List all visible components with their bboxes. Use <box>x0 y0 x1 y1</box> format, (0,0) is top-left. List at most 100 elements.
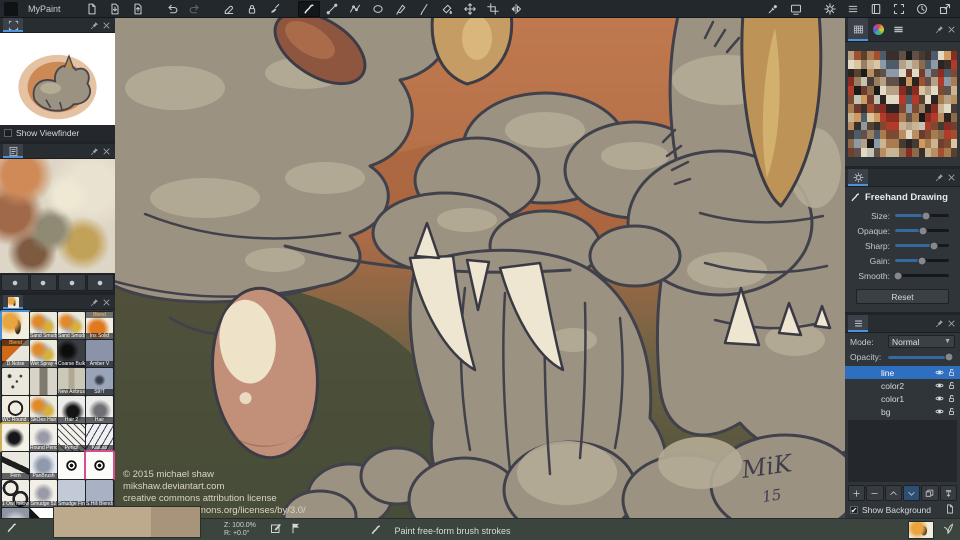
slider-knob[interactable] <box>922 211 931 220</box>
tab-brush-group[interactable] <box>3 295 23 309</box>
palette-swatch[interactable] <box>951 122 957 131</box>
history-button[interactable] <box>911 1 933 17</box>
show-viewfinder-checkbox[interactable] <box>4 129 12 137</box>
layer-mode-select[interactable]: Normal ▼ <box>888 335 955 348</box>
tab-palette[interactable] <box>848 18 868 41</box>
move-layer-tool-button[interactable] <box>459 1 481 17</box>
brush-item-kailas[interactable]: KaiLas <box>86 424 113 451</box>
frame-tool-button[interactable] <box>482 1 504 17</box>
edit-color-button[interactable] <box>270 521 282 539</box>
brush-item-round-pencil[interactable]: Round Pencil <box>30 424 57 451</box>
brush-item[interactable] <box>2 368 29 395</box>
layer-opacity-slider[interactable] <box>888 356 949 359</box>
lock-open-icon[interactable] <box>947 368 956 377</box>
slider-knob[interactable] <box>893 271 902 280</box>
scratchpad-save-button[interactable] <box>58 274 86 291</box>
close-panel-button[interactable] <box>945 24 957 36</box>
layer-row-color2[interactable]: color2 <box>845 379 960 392</box>
brush-item-coarse-bulk-2[interactable]: Coarse Bulk 2 <box>58 340 85 367</box>
lock-open-icon[interactable] <box>947 381 956 390</box>
lock-open-icon[interactable] <box>947 394 956 403</box>
pin-panel-button[interactable] <box>933 318 945 330</box>
brush-item-hair[interactable]: Hair <box>86 396 113 423</box>
palette-swatch[interactable] <box>951 51 957 60</box>
freehand-tool-button[interactable] <box>298 1 320 17</box>
tab-tool-options[interactable] <box>848 169 868 186</box>
show-background-checkbox[interactable]: ✔ <box>850 506 858 514</box>
flag-icon[interactable] <box>290 521 302 539</box>
ellipse-tool-button[interactable] <box>367 1 389 17</box>
palette-swatch[interactable] <box>951 139 957 148</box>
raise-layer-button[interactable] <box>885 485 902 501</box>
open-file-button[interactable] <box>104 1 126 17</box>
brush-item-d-noise[interactable]: BlendD.Noise <box>2 340 29 367</box>
connected-lines-tool-button[interactable] <box>344 1 366 17</box>
reset-button[interactable]: Reset <box>856 289 949 304</box>
pin-panel-button[interactable] <box>933 172 945 184</box>
brush-item[interactable] <box>30 368 57 395</box>
slider-gain[interactable] <box>895 259 949 262</box>
layer-row-color1[interactable]: color1 <box>845 392 960 405</box>
tab-layers[interactable] <box>848 315 868 332</box>
palette-swatch[interactable] <box>951 148 957 157</box>
close-panel-button[interactable] <box>100 296 112 308</box>
brush-item-panbrush[interactable]: PanBrush <box>30 452 57 479</box>
layers-window-button[interactable] <box>865 1 887 17</box>
eye-icon[interactable] <box>935 394 944 403</box>
eraser-mode-button[interactable] <box>218 1 240 17</box>
palette-swatch[interactable] <box>951 69 957 78</box>
palette-swatch[interactable] <box>951 60 957 69</box>
painting-canvas[interactable]: MiK 15 © 2015 michael shaw mikshaw.devia… <box>115 18 845 518</box>
lock-alpha-button[interactable] <box>241 1 263 17</box>
scratchpad-canvas[interactable] <box>0 159 115 273</box>
palette-swatch[interactable] <box>951 104 957 113</box>
brush-item-ins-solid[interactable]: BlendIns Solid <box>86 312 113 339</box>
pick-color-button[interactable] <box>762 1 784 17</box>
inking-tool-button[interactable] <box>390 1 412 17</box>
redo-button[interactable] <box>184 1 206 17</box>
palette-swatch[interactable] <box>951 77 957 86</box>
current-brush-preview[interactable] <box>908 521 934 539</box>
eye-icon[interactable] <box>935 368 944 377</box>
symmetry-tool-button[interactable] <box>505 1 527 17</box>
detach-window-button[interactable] <box>934 1 956 17</box>
brush-item-sand-smudge[interactable]: Sand Smudge <box>58 312 85 339</box>
brush-item-hair-2[interactable]: Hair 2 <box>58 396 85 423</box>
brush-item-amber-v[interactable]: Amber V <box>86 340 113 367</box>
palette-swatch[interactable] <box>951 113 957 122</box>
palette-swatch[interactable] <box>951 95 957 104</box>
brush-item[interactable] <box>2 424 29 451</box>
fill-tool-button[interactable] <box>436 1 458 17</box>
save-file-button[interactable] <box>127 1 149 17</box>
remove-layer-button[interactable] <box>866 485 883 501</box>
lock-open-icon[interactable] <box>947 407 956 416</box>
slider-size[interactable] <box>895 214 949 217</box>
merge-down-button[interactable] <box>940 485 957 501</box>
duplicate-layer-button[interactable] <box>921 485 938 501</box>
scratchpad-open-button[interactable] <box>30 274 58 291</box>
scratchpad-add-button[interactable] <box>1 274 29 291</box>
brush-item-skoes-hair[interactable]: SkOes Hair <box>30 396 57 423</box>
brush-item[interactable] <box>86 452 113 479</box>
brush-item-new-airbrush[interactable]: New Airbrush <box>58 368 85 395</box>
brush-item-wc-round-o[interactable]: WC Round .O <box>2 396 29 423</box>
canvas-preview-thumbnail[interactable] <box>0 33 115 125</box>
pin-panel-button[interactable] <box>933 24 945 36</box>
brush-item-1-owl-follow-2[interactable]: 1 Owl follow 2 <box>2 480 29 507</box>
brush-item-s-hill-blends[interactable]: S.Hill Blends <box>86 480 113 507</box>
slider-opaque[interactable] <box>895 229 949 232</box>
brush-item[interactable] <box>2 312 29 339</box>
plant-icon[interactable] <box>942 521 954 539</box>
pen-tool-button[interactable] <box>413 1 435 17</box>
colorize-button[interactable] <box>264 1 286 17</box>
eye-icon[interactable] <box>935 381 944 390</box>
brush-item-pencil[interactable]: Pencil <box>58 424 85 451</box>
close-panel-button[interactable] <box>100 19 112 31</box>
layer-row-line[interactable]: line <box>845 366 960 379</box>
close-panel-button[interactable] <box>945 318 957 330</box>
close-panel-button[interactable] <box>100 145 112 157</box>
slider-knob[interactable] <box>919 226 928 235</box>
slider-knob[interactable] <box>918 256 927 265</box>
brush-item-sand-smudge[interactable]: Sand Smudge <box>30 312 57 339</box>
tab-scratchpad[interactable] <box>3 144 23 158</box>
